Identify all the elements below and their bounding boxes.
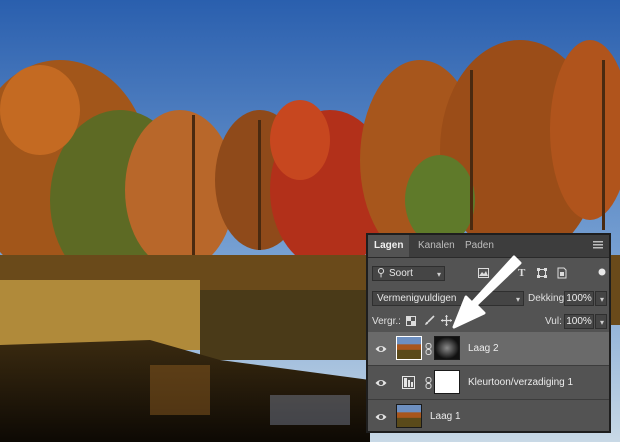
layer-row-hue-saturation[interactable]: Kleurtoon/verzadiging 1 [368,366,609,400]
layer-thumbnail-photo [396,336,422,360]
opacity-input[interactable]: 100% [564,291,594,306]
lock-label: Vergr.: [372,316,401,327]
tab-paths[interactable]: Paden [465,235,494,257]
fill-dropdown[interactable]: ▾ [595,314,607,329]
link-icon[interactable] [425,377,432,389]
fill-label: Vul: [545,316,562,327]
eye-icon[interactable] [375,377,387,389]
opacity-dropdown[interactable]: ▾ [595,291,607,306]
layer-row-laag-2[interactable]: Laag 2 [368,332,609,366]
panel-menu-icon[interactable] [593,241,603,249]
annotation-arrow-icon [452,255,522,329]
filter-kind-value: Soort [389,268,413,279]
layer-thumbnail-photo [396,404,422,428]
eye-icon[interactable] [375,343,387,355]
chevron-down-icon: ▾ [599,318,604,327]
chevron-down-icon: ▾ [599,295,604,304]
search-icon: ⚲ [377,267,386,279]
layer-name: Laag 2 [468,343,499,354]
fill-input[interactable]: 100% [564,314,594,329]
lock-transparent-icon[interactable] [406,316,416,326]
layer-row-laag-1[interactable]: Laag 1 [368,400,609,434]
filter-toggle-icon[interactable] [598,268,606,276]
filter-kind-select[interactable]: ⚲ Soort ▾ [372,266,445,281]
link-icon[interactable] [425,343,432,355]
tab-channels[interactable]: Kanalen [418,235,455,257]
layer-mask-thumbnail[interactable] [434,336,460,360]
filter-smart-object-icon[interactable] [557,267,567,279]
layer-name: Laag 1 [430,411,461,422]
tab-layers[interactable]: Lagen [368,235,410,257]
opacity-label: Dekking: [528,293,567,304]
adjustment-layer-icon [402,376,415,389]
lock-brush-icon[interactable] [424,315,435,326]
layer-mask-thumbnail[interactable] [434,370,460,394]
filter-shape-icon[interactable] [537,268,547,278]
layer-name: Kleurtoon/verzadiging 1 [468,377,574,388]
eye-icon[interactable] [375,411,387,423]
